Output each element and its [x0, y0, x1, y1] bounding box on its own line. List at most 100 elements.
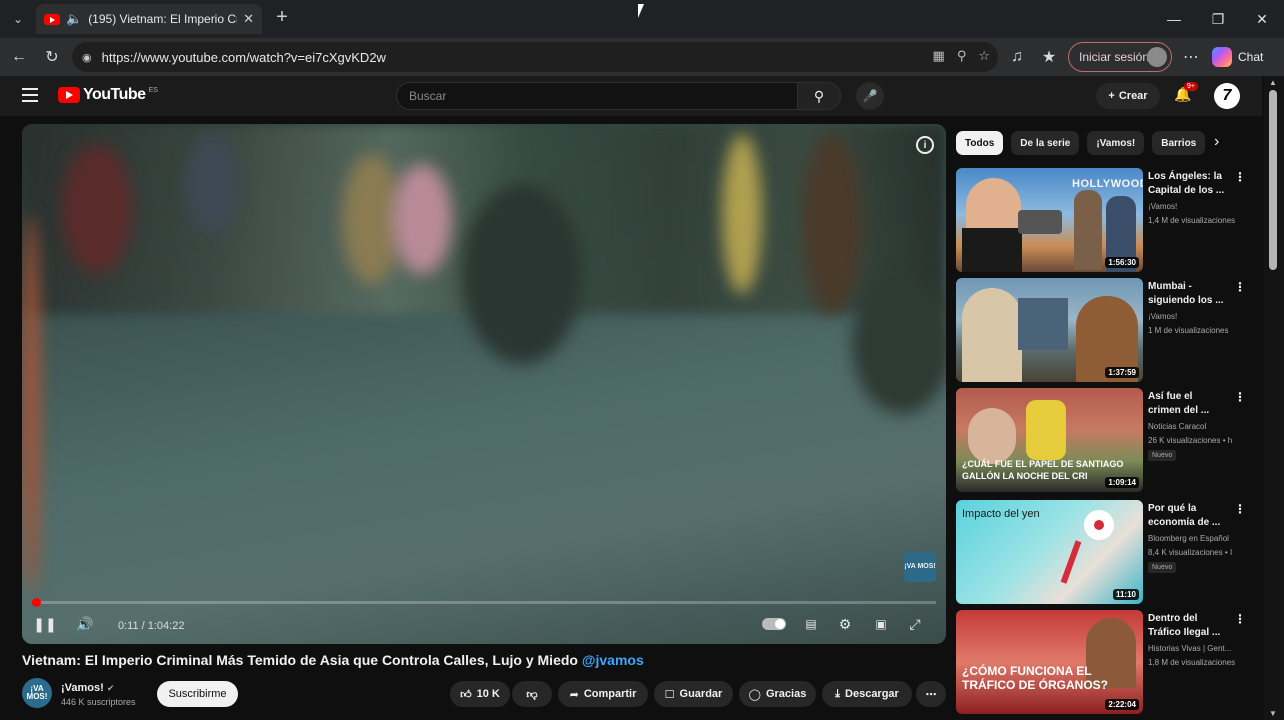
- media-control-icon[interactable]: ♫: [1006, 46, 1028, 68]
- recommendation-channel[interactable]: Historias Vivas | Gent...: [1148, 644, 1243, 653]
- recommendation-channel[interactable]: Bloomberg en Español: [1148, 534, 1243, 543]
- recommendation-channel[interactable]: Noticias Caracol: [1148, 422, 1243, 431]
- recommendation-item[interactable]: HOLLYWOOD 1:56:30 Los Ángeles: la Capita…: [956, 168, 1246, 272]
- menu-icon[interactable]: [22, 88, 38, 102]
- signin-label: Iniciar sesión: [1079, 50, 1150, 64]
- close-window-icon[interactable]: ✕: [1240, 0, 1284, 38]
- recommendation-title[interactable]: Los Ángeles: la Capital de los ...: [1148, 170, 1228, 198]
- chip-vamos[interactable]: ¡Vamos!: [1087, 131, 1145, 155]
- speaker-icon[interactable]: 🔈: [66, 11, 82, 27]
- notifications-button[interactable]: 🔔 9+: [1174, 82, 1198, 106]
- kebab-menu-icon[interactable]: ⋮: [1234, 612, 1246, 626]
- recommendation-channel[interactable]: ¡Vamos!: [1148, 202, 1243, 211]
- kebab-menu-icon[interactable]: ⋮: [1234, 280, 1246, 294]
- video-thumbnail[interactable]: ¿CÓMO FUNCIONA EL TRÁFICO DE ÓRGANOS? 2:…: [956, 610, 1143, 714]
- chip-de-la-serie[interactable]: De la serie: [1011, 131, 1080, 155]
- dislike-button[interactable]: 👎︎: [512, 681, 552, 707]
- recommendation-item[interactable]: 1:37:59 Mumbai - siguiendo los ... ¡Vamo…: [956, 278, 1246, 382]
- user-avatar[interactable]: 7: [1214, 83, 1240, 109]
- recommendation-title[interactable]: Así fue el crimen del ...: [1148, 390, 1228, 418]
- chip-todos[interactable]: Todos: [956, 131, 1004, 155]
- scroll-up-arrow-icon[interactable]: ▲: [1269, 78, 1277, 87]
- video-thumbnail[interactable]: Impacto del yen 11:10: [956, 500, 1143, 604]
- more-horizontal-icon: ⋯: [925, 688, 937, 701]
- youtube-logo-icon: [58, 87, 80, 103]
- channel-mention-link[interactable]: @jvamos: [582, 652, 644, 668]
- video-thumbnail[interactable]: HOLLYWOOD 1:56:30: [956, 168, 1143, 272]
- site-info-icon[interactable]: ◉: [82, 51, 92, 64]
- thumbs-up-icon: 👍︎: [460, 688, 472, 701]
- save-button[interactable]: ☐ Guardar: [654, 681, 733, 707]
- new-tab-button[interactable]: +: [270, 6, 294, 29]
- new-badge: Nuevo: [1148, 562, 1177, 573]
- channel-watermark[interactable]: ¡VA MOS!: [904, 552, 936, 582]
- settings-gear-icon[interactable]: ⚙: [836, 616, 854, 632]
- video-title-text: Vietnam: El Imperio Criminal Más Temido …: [22, 652, 582, 668]
- recommendation-item[interactable]: ¿CÓMO FUNCIONA EL TRÁFICO DE ÓRGANOS? 2:…: [956, 610, 1246, 714]
- close-tab-icon[interactable]: ✕: [243, 11, 254, 27]
- youtube-logo[interactable]: YouTube ES: [58, 86, 158, 104]
- volume-icon[interactable]: 🔊: [76, 616, 94, 632]
- signin-button[interactable]: Iniciar sesión: [1068, 42, 1172, 72]
- reload-icon[interactable]: ↻: [41, 46, 63, 68]
- more-actions-button[interactable]: ⋯: [916, 681, 946, 707]
- copilot-chat-button[interactable]: Chat: [1212, 44, 1274, 70]
- kebab-menu-icon[interactable]: ⋮: [1234, 502, 1246, 516]
- favorite-star-icon[interactable]: ☆: [978, 48, 990, 64]
- chips-next-chevron-icon[interactable]: ›: [1214, 133, 1219, 151]
- channel-name-text: ¡Vamos!: [61, 682, 104, 694]
- recommendation-title[interactable]: Por qué la economía de ...: [1148, 502, 1228, 530]
- more-options-icon[interactable]: ⋯: [1180, 46, 1202, 68]
- favorites-icon[interactable]: ★: [1038, 46, 1060, 68]
- plus-icon: +: [1108, 90, 1115, 102]
- address-bar[interactable]: ◉ https://www.youtube.com/watch?v=ei7cXg…: [72, 42, 998, 72]
- subscribe-button[interactable]: Suscribirme: [157, 681, 238, 707]
- maximize-icon[interactable]: ❐: [1196, 0, 1240, 38]
- browser-tab[interactable]: 🔈 (195) Vietnam: El Imperio Criminal Más…: [36, 4, 262, 34]
- fullscreen-icon[interactable]: ⤢: [906, 616, 924, 632]
- back-arrow-icon[interactable]: ←: [8, 46, 30, 68]
- video-duration: 11:10: [1112, 589, 1139, 600]
- channel-avatar[interactable]: ¡VA MOS!: [22, 678, 52, 708]
- notification-badge: 9+: [1184, 82, 1198, 91]
- info-icon[interactable]: i: [916, 136, 934, 154]
- create-button[interactable]: + Crear: [1096, 83, 1160, 109]
- scrollbar-thumb[interactable]: [1269, 90, 1277, 270]
- video-player[interactable]: i ¡VA MOS! ❚❚ 🔊 0:11 / 1:04:22 ▤ ⚙ ▣ ⤢: [22, 124, 946, 644]
- time-display: 0:11 / 1:04:22: [118, 620, 185, 632]
- recommendation-item[interactable]: Impacto del yen 11:10 Por qué la economí…: [956, 500, 1246, 604]
- recommendation-title[interactable]: Mumbai - siguiendo los ...: [1148, 280, 1228, 308]
- tab-list-dropdown-icon[interactable]: ⌄: [6, 7, 30, 31]
- recommendation-item[interactable]: ¿CUÁL FUE EL PAPEL DE SANTIAGO GALLÓN LA…: [956, 388, 1246, 492]
- minimize-icon[interactable]: —: [1152, 0, 1196, 38]
- download-button[interactable]: ⤓ Descargar: [822, 681, 912, 707]
- thanks-icon: ◯: [748, 688, 761, 701]
- voice-search-button[interactable]: 🎤: [856, 82, 884, 110]
- channel-name[interactable]: ¡Vamos! ✔: [61, 682, 114, 694]
- search-input[interactable]: Buscar: [396, 82, 798, 110]
- like-button[interactable]: 👍︎ 10 K: [450, 681, 510, 707]
- save-label: Guardar: [679, 688, 723, 700]
- theater-mode-icon[interactable]: ▣: [872, 616, 890, 632]
- share-label: Compartir: [583, 688, 637, 700]
- kebab-menu-icon[interactable]: ⋮: [1234, 390, 1246, 404]
- kebab-menu-icon[interactable]: ⋮: [1234, 170, 1246, 184]
- subtitles-icon[interactable]: ▤: [802, 616, 820, 632]
- video-thumbnail[interactable]: 1:37:59: [956, 278, 1143, 382]
- video-thumbnail[interactable]: ¿CUÁL FUE EL PAPEL DE SANTIAGO GALLÓN LA…: [956, 388, 1143, 492]
- url-text[interactable]: https://www.youtube.com/watch?v=ei7cXgvK…: [102, 50, 386, 65]
- zoom-icon[interactable]: ⚲: [957, 48, 967, 64]
- copilot-icon: [1212, 47, 1232, 67]
- search-button[interactable]: ⚲: [797, 82, 841, 110]
- page-scrollbar[interactable]: ▲ ▼: [1264, 76, 1284, 720]
- chip-barrios[interactable]: Barrios: [1152, 131, 1206, 155]
- share-button[interactable]: ➦ Compartir: [558, 681, 648, 707]
- autoplay-toggle[interactable]: [762, 618, 786, 630]
- thanks-button[interactable]: ◯ Gracias: [739, 681, 816, 707]
- app-available-icon[interactable]: ▦: [933, 48, 945, 64]
- recommendation-channel[interactable]: ¡Vamos!: [1148, 312, 1243, 321]
- recommendation-title[interactable]: Dentro del Tráfico Ilegal ...: [1148, 612, 1228, 640]
- pause-icon[interactable]: ❚❚: [33, 616, 56, 632]
- scroll-down-arrow-icon[interactable]: ▼: [1269, 709, 1277, 718]
- verified-icon: ✔: [106, 683, 115, 693]
